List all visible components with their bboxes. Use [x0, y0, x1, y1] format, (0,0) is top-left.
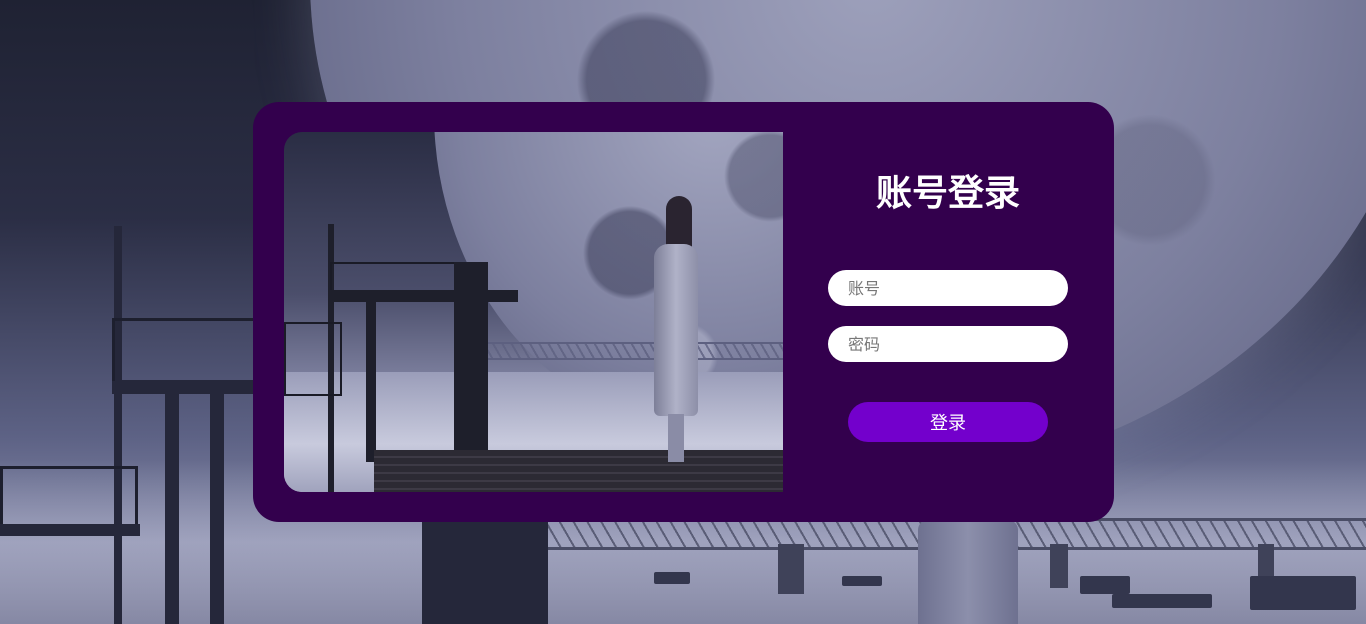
login-illustration [284, 132, 783, 492]
background-bridge-pier [1050, 544, 1068, 588]
illustration-crane-railing [284, 322, 342, 396]
background-boat [654, 572, 690, 584]
account-input[interactable] [828, 270, 1068, 306]
illustration-deck [374, 450, 783, 492]
background-crane-railing [112, 318, 258, 381]
background-crane-railing [0, 466, 138, 530]
background-figure [918, 520, 1018, 624]
illustration-bridge [484, 342, 783, 360]
background-crane-mast [114, 226, 122, 624]
background-boat [842, 576, 882, 586]
illustration-crane-column [454, 262, 488, 462]
illustration-figure-legs [668, 414, 684, 462]
illustration-figure [654, 196, 700, 464]
background-boat [1080, 576, 1130, 594]
illustration-figure-dress [654, 244, 698, 416]
illustration-crane-platform [328, 290, 518, 302]
background-pier-tower [422, 520, 548, 624]
background-boat [1250, 576, 1356, 610]
password-input[interactable] [828, 326, 1068, 362]
login-card: 账号登录 登录 [253, 102, 1114, 522]
illustration-crane-leg [366, 302, 376, 462]
background-boat [1112, 594, 1212, 608]
login-button[interactable]: 登录 [848, 402, 1048, 442]
background-crane-platform [112, 380, 262, 394]
background-bridge-pier [1258, 544, 1274, 580]
background-crane-leg [165, 390, 179, 624]
background-bridge-pier [778, 544, 804, 594]
login-title: 账号登录 [875, 173, 1020, 214]
background-crane-leg [210, 390, 224, 624]
background-crane-platform [0, 524, 140, 536]
